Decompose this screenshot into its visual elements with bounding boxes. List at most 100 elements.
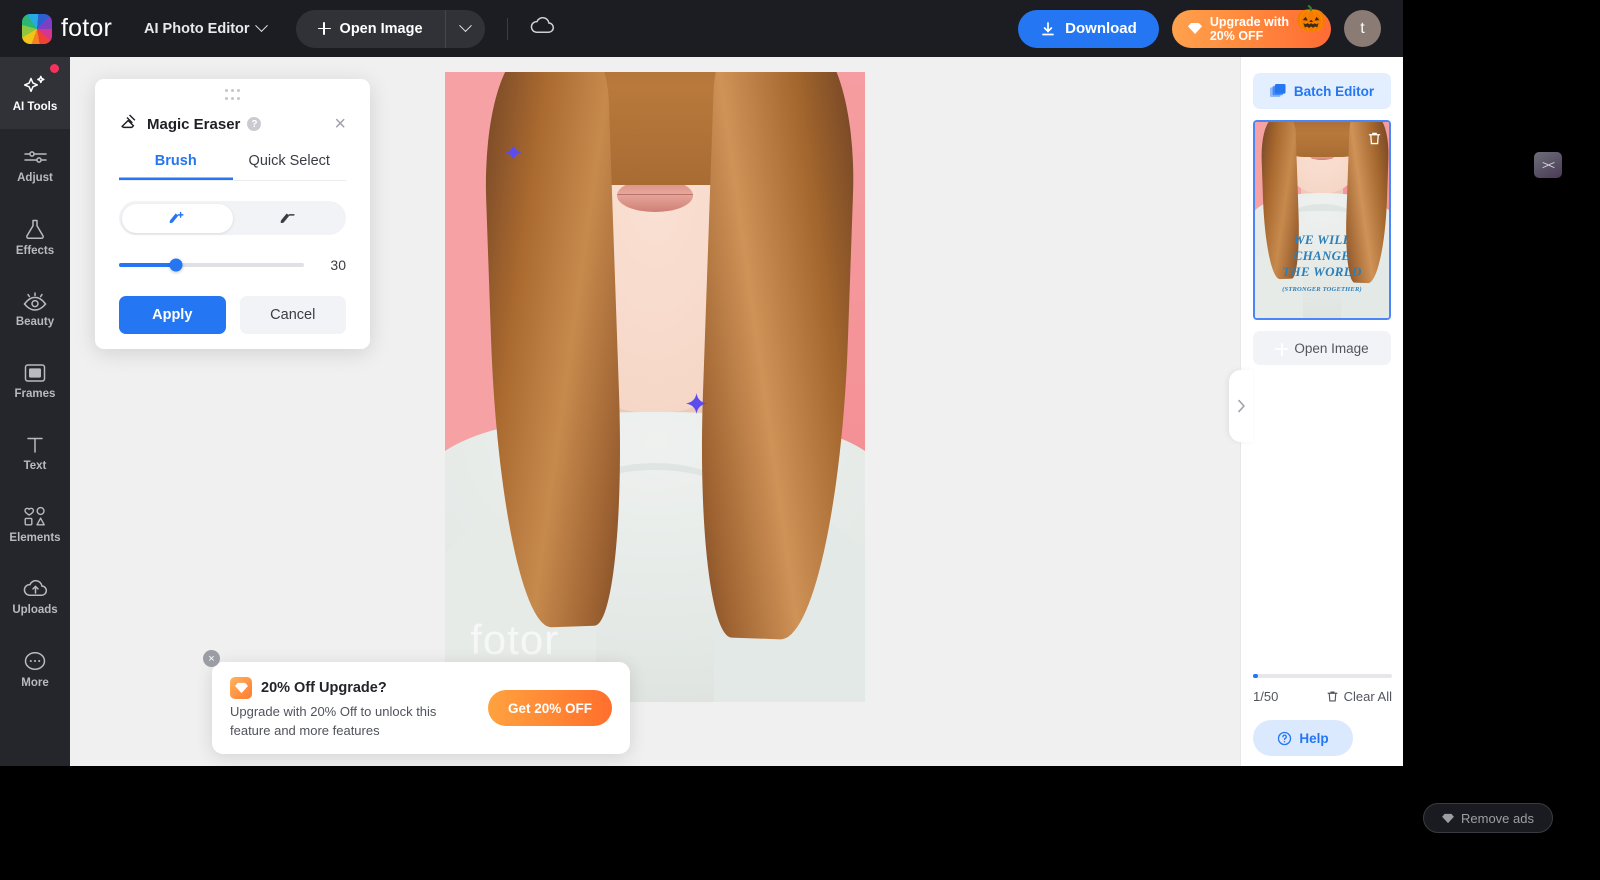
slider-fill bbox=[119, 263, 177, 267]
slider-knob[interactable] bbox=[169, 258, 183, 272]
thumb-shirt-line-1: WE WILL bbox=[1293, 231, 1351, 247]
gem-icon bbox=[230, 676, 252, 699]
text-t-icon bbox=[25, 435, 45, 455]
download-button[interactable]: Download bbox=[1018, 9, 1159, 48]
gem-icon bbox=[1187, 23, 1202, 34]
right-panel-footer: 1/50 Clear All bbox=[1241, 674, 1403, 704]
brush-mode-segmented-control bbox=[119, 201, 346, 235]
cancel-button[interactable]: Cancel bbox=[239, 296, 346, 334]
chevron-right-icon bbox=[1237, 399, 1245, 413]
sidebar-item-label: More bbox=[21, 676, 49, 689]
sidebar-item-beauty[interactable]: Beauty bbox=[0, 273, 70, 345]
open-image-button[interactable]: Open Image bbox=[296, 10, 445, 48]
open-image-label: Open Image bbox=[339, 20, 423, 37]
collapse-panel-toggle[interactable]: >< bbox=[1534, 152, 1562, 178]
image-count-label: 1/50 bbox=[1253, 689, 1279, 704]
right-open-image-button[interactable]: Open Image bbox=[1253, 331, 1391, 365]
sidebar-item-effects[interactable]: Effects bbox=[0, 201, 70, 273]
question-circle-icon bbox=[1278, 731, 1292, 745]
open-image-dropdown-button[interactable] bbox=[444, 9, 485, 48]
remove-ads-label: Remove ads bbox=[1461, 810, 1534, 826]
mode-selector[interactable]: AI Photo Editor bbox=[144, 19, 268, 37]
sidebar-item-adjust[interactable]: Adjust bbox=[0, 129, 70, 201]
brush-subtract-icon[interactable] bbox=[233, 204, 344, 233]
brush-add-icon[interactable] bbox=[121, 203, 233, 233]
right-open-image-label: Open Image bbox=[1294, 340, 1369, 356]
plus-icon bbox=[1275, 342, 1289, 356]
left-tool-rail: AI Tools Adjust Effects Beauty Frames Te… bbox=[0, 57, 70, 766]
thumb-shirt-line-3: THE WORLD bbox=[1282, 263, 1362, 279]
sidebar-item-label: Uploads bbox=[12, 603, 58, 616]
panel-tabs: Brush Quick Select bbox=[119, 153, 346, 181]
upgrade-button[interactable]: Upgrade with 20% OFF 🎃 bbox=[1171, 6, 1331, 48]
app-logo-text: fotor bbox=[61, 14, 113, 42]
avatar[interactable]: t bbox=[1344, 10, 1381, 47]
sidebar-item-text[interactable]: Text bbox=[0, 417, 70, 489]
brush-size-row: 30 bbox=[119, 257, 346, 273]
batch-editor-button[interactable]: Batch Editor bbox=[1253, 73, 1391, 109]
mode-selector-label: AI Photo Editor bbox=[144, 20, 250, 37]
panel-drag-handle[interactable] bbox=[119, 79, 346, 100]
promo-close-button[interactable]: × bbox=[203, 650, 220, 667]
plus-icon bbox=[317, 22, 331, 35]
panel-header: Magic Eraser ? × bbox=[119, 112, 346, 136]
thumbnail-delete-icon[interactable] bbox=[1366, 130, 1383, 147]
sidebar-item-label: Adjust bbox=[17, 171, 53, 184]
right-panel: Batch Editor WE WILL CHANGE THE WORLD (S… bbox=[1229, 57, 1403, 766]
cloud-icon[interactable] bbox=[530, 16, 555, 40]
tab-brush[interactable]: Brush bbox=[119, 153, 233, 180]
tab-quick-select[interactable]: Quick Select bbox=[233, 153, 347, 180]
panel-title: Magic Eraser bbox=[147, 115, 241, 133]
clear-all-label: Clear All bbox=[1343, 689, 1392, 704]
sliders-icon bbox=[23, 147, 48, 167]
editing-canvas-image[interactable]: fotor bbox=[445, 72, 865, 702]
help-label: Help bbox=[1299, 730, 1329, 746]
brush-size-slider[interactable] bbox=[119, 258, 304, 272]
help-button[interactable]: Help bbox=[1253, 720, 1353, 756]
frame-icon bbox=[24, 363, 46, 383]
sidebar-item-label: Frames bbox=[14, 387, 56, 400]
get-discount-button[interactable]: Get 20% OFF bbox=[487, 690, 612, 726]
promo-title: 20% Off Upgrade? bbox=[261, 679, 387, 696]
scrollbar-thumb[interactable] bbox=[1253, 674, 1258, 678]
eraser-icon bbox=[119, 112, 138, 136]
gem-icon bbox=[1442, 813, 1454, 823]
upload-cloud-icon bbox=[23, 579, 48, 599]
brush-size-value: 30 bbox=[330, 257, 346, 273]
fotor-color-wheel-icon bbox=[22, 13, 52, 44]
sparkles-icon bbox=[23, 74, 48, 96]
right-panel-expander[interactable] bbox=[1229, 370, 1253, 442]
thumb-collar bbox=[1295, 204, 1349, 222]
toolbar-divider bbox=[506, 17, 508, 40]
thumb-shirt-line-2: CHANGE bbox=[1293, 247, 1351, 263]
upgrade-label-line2: 20% OFF bbox=[1209, 28, 1264, 43]
sidebar-item-elements[interactable]: Elements bbox=[0, 489, 70, 561]
sidebar-item-label: Beauty bbox=[15, 315, 55, 328]
chevron-down-icon bbox=[254, 19, 268, 33]
sidebar-item-uploads[interactable]: Uploads bbox=[0, 561, 70, 633]
sidebar-item-label: Elements bbox=[9, 532, 61, 544]
panel-actions: Apply Cancel bbox=[119, 296, 346, 334]
stacked-layers-icon bbox=[1269, 83, 1286, 97]
avatar-initial: t bbox=[1360, 19, 1365, 37]
image-thumbnail[interactable]: WE WILL CHANGE THE WORLD (STRONGER TOGET… bbox=[1253, 120, 1391, 320]
canvas-area[interactable]: fotor − 31% + bbox=[70, 57, 1240, 766]
magic-eraser-panel[interactable]: Magic Eraser ? × Brush Quick Select 30 A… bbox=[95, 79, 370, 349]
sidebar-item-frames[interactable]: Frames bbox=[0, 345, 70, 417]
ellipsis-icon bbox=[23, 650, 47, 672]
sidebar-item-label: AI Tools bbox=[12, 100, 58, 113]
upgrade-promo-toast: 20% Off Upgrade? Upgrade with 20% Off to… bbox=[212, 662, 630, 754]
help-circle-icon[interactable]: ? bbox=[247, 117, 262, 131]
clear-all-button[interactable]: Clear All bbox=[1326, 689, 1392, 704]
promo-subtitle: Upgrade with 20% Off to unlock this feat… bbox=[230, 703, 437, 738]
sidebar-item-label: Text bbox=[23, 459, 47, 472]
top-toolbar: fotor AI Photo Editor Open Image Downloa… bbox=[0, 0, 1403, 57]
thumbnail-scrollbar[interactable] bbox=[1253, 674, 1392, 678]
close-icon[interactable]: × bbox=[334, 114, 346, 134]
fotor-app-window: fotor AI Photo Editor Open Image Downloa… bbox=[0, 0, 1403, 766]
remove-ads-button[interactable]: Remove ads bbox=[1423, 803, 1553, 833]
sidebar-item-more[interactable]: More bbox=[0, 633, 70, 705]
sidebar-item-ai-tools[interactable]: AI Tools bbox=[0, 57, 70, 129]
apply-button[interactable]: Apply bbox=[119, 296, 226, 334]
flask-icon bbox=[24, 218, 46, 240]
